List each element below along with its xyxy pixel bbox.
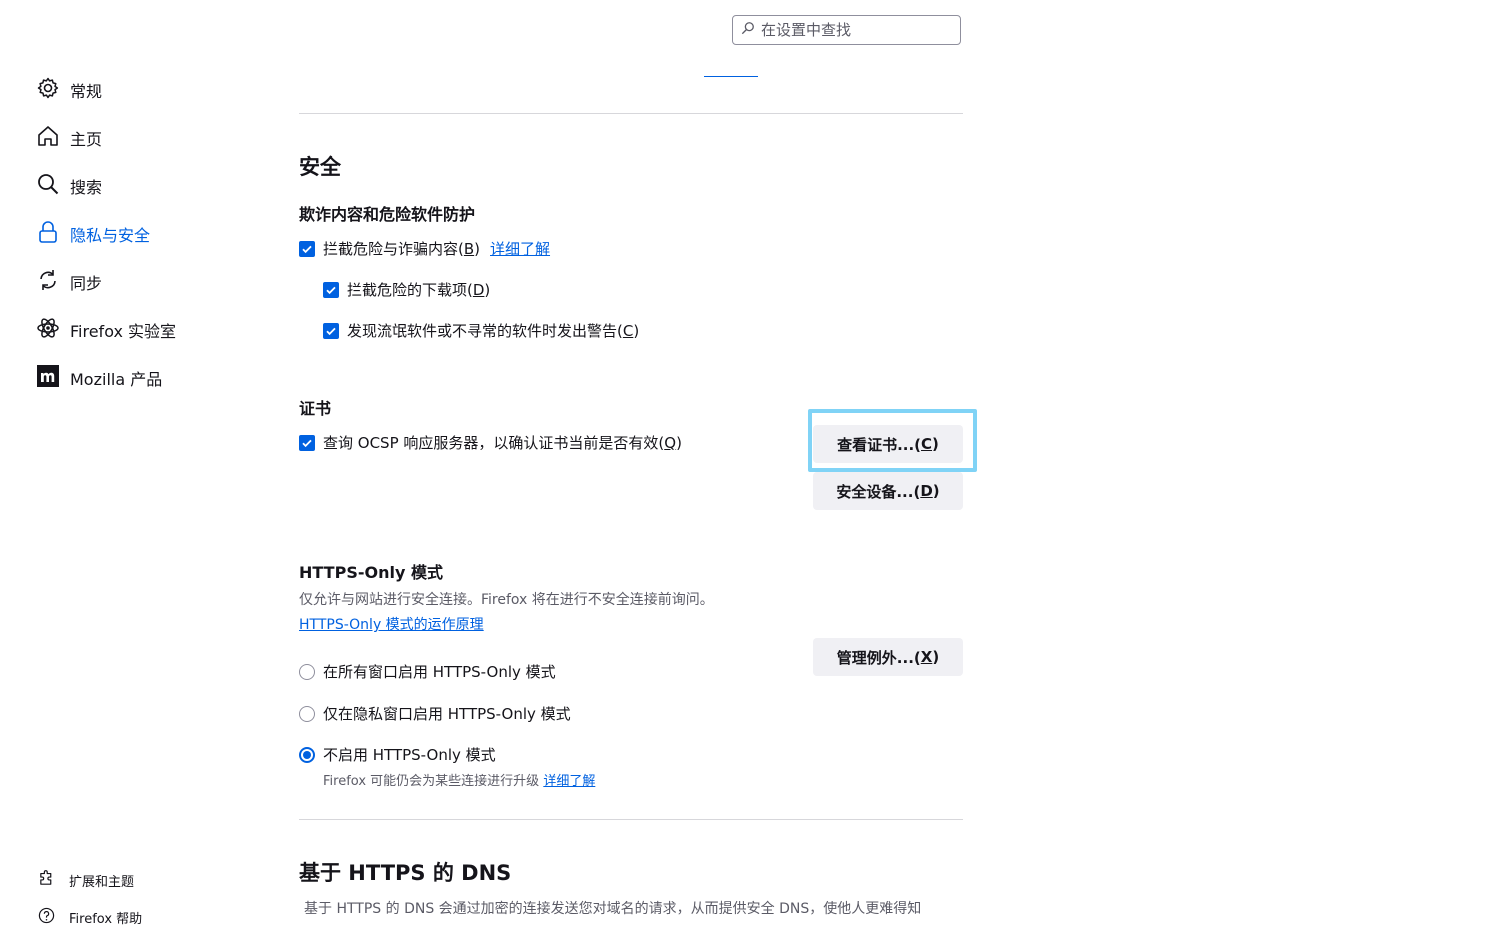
sidebar-footer-help[interactable]: Firefox 帮助 — [38, 907, 142, 928]
sidebar-item-home[interactable]: 主页 — [36, 122, 102, 154]
https-disabled-radio[interactable] — [299, 746, 315, 763]
ocsp-checkbox[interactable] — [299, 434, 315, 451]
https-all-windows-label[interactable]: 在所有窗口启用 HTTPS-Only 模式 — [323, 661, 556, 682]
sidebar-item-labs[interactable]: Firefox 实验室 — [36, 314, 176, 346]
ocsp-row: 查询 OCSP 响应服务器，以确认证书当前是否有效(Q) — [299, 432, 682, 453]
block-downloads-label[interactable]: 拦截危险的下载项(D) — [347, 279, 490, 300]
https-private-windows-radio[interactable] — [299, 705, 315, 722]
help-icon — [38, 907, 55, 928]
warn-unwanted-checkbox[interactable] — [323, 322, 339, 339]
checkmark-icon — [326, 286, 336, 294]
https-only-how-link[interactable]: HTTPS-Only 模式的运作原理 — [299, 614, 484, 634]
dns-over-https-description: 基于 HTTPS 的 DNS 会通过加密的连接发送您对域名的请求，从而提供安全 … — [304, 901, 922, 917]
sidebar-item-search[interactable]: 搜索 — [36, 170, 102, 202]
sidebar-item-label: 隐私与安全 — [70, 226, 151, 245]
https-disabled-note: Firefox 可能仍会为某些连接进行升级 详细了解 — [323, 774, 596, 789]
https-all-windows-row: 在所有窗口启用 HTTPS-Only 模式 — [299, 661, 556, 682]
sidebar-item-label: 搜索 — [70, 178, 103, 197]
view-certificates-button[interactable]: 查看证书...(C) — [813, 425, 963, 463]
https-only-description: 仅允许与网站进行安全连接。Firefox 将在进行不安全连接前询问。 — [299, 592, 714, 608]
sidebar-item-privacy[interactable]: 隐私与安全 — [36, 218, 150, 250]
https-disabled-row: 不启用 HTTPS-Only 模式 — [299, 744, 496, 765]
section-divider — [299, 113, 963, 114]
section-divider — [299, 819, 963, 820]
search-icon — [741, 21, 755, 39]
https-only-title: HTTPS-Only 模式 — [299, 563, 443, 582]
puzzle-icon — [38, 870, 55, 891]
learn-more-link[interactable]: 详细了解 — [490, 238, 550, 259]
block-dangerous-label[interactable]: 拦截危险与诈骗内容(B) — [323, 238, 480, 259]
sidebar-item-general[interactable]: 常规 — [36, 74, 102, 106]
sidebar-item-label: 常规 — [70, 82, 103, 101]
sidebar-footer-label: Firefox 帮助 — [69, 912, 143, 927]
sidebar-footer-label: 扩展和主题 — [69, 875, 135, 890]
block-downloads-checkbox[interactable] — [323, 281, 339, 298]
search-box[interactable] — [732, 15, 961, 45]
search-underline — [704, 76, 758, 77]
sidebar-item-mozilla[interactable]: Mozilla 产品 — [36, 362, 162, 394]
search-icon — [36, 172, 60, 200]
checkmark-icon — [326, 327, 336, 335]
sidebar-footer-addons[interactable]: 扩展和主题 — [38, 870, 134, 891]
gear-icon — [36, 76, 60, 104]
security-title: 安全 — [299, 155, 341, 179]
warn-unwanted-label[interactable]: 发现流氓软件或不寻常的软件时发出警告(C) — [347, 320, 639, 341]
deceptive-content-title: 欺诈内容和危险软件防护 — [299, 205, 476, 224]
dns-over-https-title: 基于 HTTPS 的 DNS — [299, 861, 512, 885]
sidebar-item-label: Firefox 实验室 — [70, 322, 177, 341]
sync-icon — [36, 268, 60, 296]
manage-exceptions-button[interactable]: 管理例外...(X) — [813, 638, 963, 676]
https-private-windows-label[interactable]: 仅在隐私窗口启用 HTTPS-Only 模式 — [323, 703, 571, 724]
checkmark-icon — [302, 245, 312, 253]
security-devices-button[interactable]: 安全设备...(D) — [813, 472, 963, 510]
sidebar-item-sync[interactable]: 同步 — [36, 266, 102, 298]
labs-atom-icon — [36, 316, 60, 344]
certificates-title: 证书 — [299, 399, 332, 418]
sidebar-item-label: 同步 — [70, 274, 103, 293]
sidebar-item-label: 主页 — [70, 130, 103, 149]
home-icon — [36, 124, 60, 152]
block-dangerous-checkbox[interactable] — [299, 240, 315, 257]
mozilla-logo-icon — [36, 364, 60, 392]
block-dangerous-row: 拦截危险与诈骗内容(B) 详细了解 — [299, 238, 550, 259]
https-learn-more-link[interactable]: 详细了解 — [543, 774, 595, 789]
warn-unwanted-row: 发现流氓软件或不寻常的软件时发出警告(C) — [323, 320, 639, 341]
https-private-windows-row: 仅在隐私窗口启用 HTTPS-Only 模式 — [299, 703, 571, 724]
lock-icon — [36, 220, 60, 248]
https-all-windows-radio[interactable] — [299, 663, 315, 680]
https-disabled-label[interactable]: 不启用 HTTPS-Only 模式 — [323, 744, 496, 765]
ocsp-label[interactable]: 查询 OCSP 响应服务器，以确认证书当前是否有效(Q) — [323, 432, 682, 453]
block-downloads-row: 拦截危险的下载项(D) — [323, 279, 490, 300]
search-input[interactable] — [759, 20, 953, 40]
checkmark-icon — [302, 439, 312, 447]
sidebar-item-label: Mozilla 产品 — [70, 370, 163, 389]
